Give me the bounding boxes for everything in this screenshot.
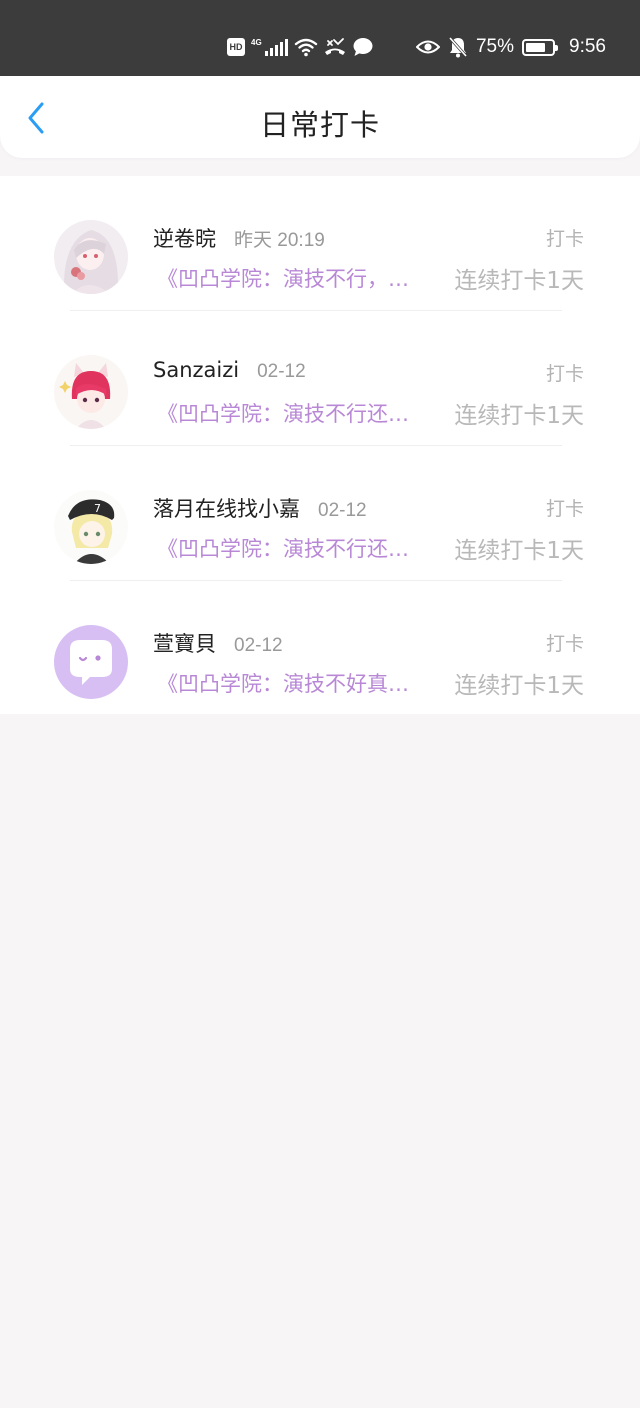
hd-icon: HD — [227, 38, 245, 56]
network-type-label: 4G — [251, 38, 262, 47]
checkin-action[interactable]: 打卡 — [546, 629, 584, 656]
post-title[interactable]: 《凹凸学院：演技不好真… — [157, 668, 425, 698]
checkin-action[interactable]: 打卡 — [546, 359, 584, 386]
mute-bell-icon — [448, 37, 468, 58]
page-title: 日常打卡 — [259, 108, 380, 142]
battery-percent: 75% — [475, 36, 515, 57]
status-icons-left: HD 4G — [227, 34, 374, 60]
username[interactable]: Sanzaizi — [153, 358, 239, 382]
avatar[interactable] — [54, 625, 128, 699]
battery-icon — [522, 38, 559, 56]
avatar[interactable] — [54, 355, 128, 429]
wifi-icon — [294, 38, 317, 57]
name-line: Sanzaizi 02-12 — [153, 358, 306, 383]
checkin-item[interactable]: Sanzaizi 02-12 打卡 《凹凸学院：演技不行还… 连续打卡1天 — [0, 311, 640, 446]
checkin-time: 02-12 — [257, 361, 306, 382]
post-title[interactable]: 《凹凸学院：演技不行，… — [157, 263, 425, 293]
status-bar: HD 4G 75% 9:56 — [0, 0, 640, 76]
checkin-item[interactable]: 逆卷晥 昨天 20:19 打卡 《凹凸学院：演技不行，… 连续打卡1天 — [0, 176, 640, 311]
default-chat-bubble-avatar — [54, 625, 128, 699]
svg-text:7: 7 — [94, 502, 101, 515]
checkin-action[interactable]: 打卡 — [546, 494, 584, 521]
checkin-time: 02-12 — [234, 635, 283, 656]
post-title[interactable]: 《凹凸学院：演技不行还… — [157, 533, 425, 563]
checkin-item[interactable]: 7 落月在线找小嘉 02-12 打卡 《凹凸学院：演技不行还… 连续打卡1天 — [0, 446, 640, 581]
streak-label: 连续打卡1天 — [454, 403, 584, 429]
status-icons-right: 75% 9:56 — [415, 34, 606, 60]
checkin-list: 逆卷晥 昨天 20:19 打卡 《凹凸学院：演技不行，… 连续打卡1天 Sanz… — [0, 176, 640, 714]
checkin-time: 02-12 — [318, 500, 367, 521]
avatar[interactable]: 7 — [54, 490, 128, 564]
checkin-action[interactable]: 打卡 — [546, 224, 584, 251]
name-line: 萱寶貝 02-12 — [153, 628, 283, 658]
header: 日常打卡 — [0, 76, 640, 158]
streak-label: 连续打卡1天 — [454, 673, 584, 699]
girl-illustration-avatar — [54, 220, 128, 294]
username[interactable]: 萱寶貝 — [153, 628, 216, 658]
clock: 9:56 — [569, 36, 606, 57]
eye-icon — [415, 40, 440, 54]
cap-boy-avatar: 7 — [54, 490, 128, 564]
name-line: 逆卷晥 昨天 20:19 — [153, 223, 325, 253]
signal-icon: 4G — [251, 38, 288, 56]
username[interactable]: 逆卷晥 — [153, 223, 216, 253]
streak-label: 连续打卡1天 — [454, 538, 584, 564]
checkin-time: 昨天 20:19 — [234, 230, 325, 251]
post-title[interactable]: 《凹凸学院：演技不行还… — [157, 398, 425, 428]
streak-label: 连续打卡1天 — [454, 268, 584, 294]
missed-call-icon — [324, 38, 345, 55]
avatar[interactable] — [54, 220, 128, 294]
message-icon — [353, 38, 373, 56]
username[interactable]: 落月在线找小嘉 — [153, 493, 300, 523]
battery-fill — [526, 42, 545, 52]
name-line: 落月在线找小嘉 02-12 — [153, 493, 367, 523]
checkin-item[interactable]: 萱寶貝 02-12 打卡 《凹凸学院：演技不好真… 连续打卡1天 — [0, 581, 640, 716]
cat-ear-boy-avatar — [54, 355, 128, 429]
